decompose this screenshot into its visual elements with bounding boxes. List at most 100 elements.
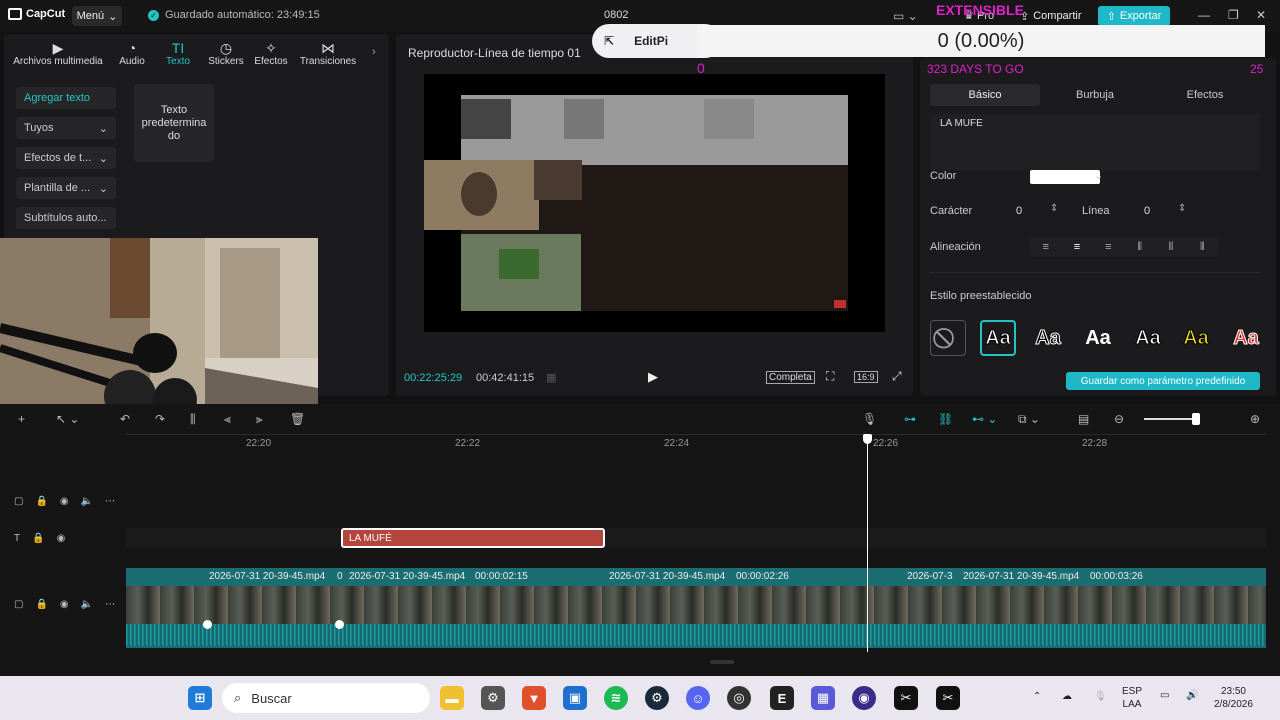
- obs-icon[interactable]: ◎: [727, 686, 751, 710]
- preview-axis-icon[interactable]: ⊷ ⌄: [972, 412, 997, 426]
- quality-button[interactable]: Completa: [766, 371, 815, 384]
- eye-icon[interactable]: ◉: [60, 496, 69, 507]
- sidebar-item-yours[interactable]: Tuyos ⌄: [16, 117, 116, 139]
- magnet-icon[interactable]: ⊶: [904, 412, 916, 426]
- grid-icon[interactable]: ▦: [546, 371, 556, 384]
- stepper-icon[interactable]: ⇕: [1178, 203, 1186, 214]
- ratio-button[interactable]: 16:9: [854, 371, 878, 383]
- split-right-icon[interactable]: ⫸: [256, 412, 263, 427]
- layout-icon[interactable]: ▭ ⌄: [893, 9, 918, 23]
- compare-icon[interactable]: ⧉ ⌄: [1018, 412, 1040, 427]
- align-middle-icon[interactable]: ⦀: [1155, 237, 1186, 257]
- zoom-slider-knob[interactable]: [1192, 413, 1200, 425]
- app-grid-icon[interactable]: ▦: [811, 686, 835, 710]
- more-icon[interactable]: ⋯: [105, 599, 115, 610]
- store-icon[interactable]: ▣: [563, 686, 587, 710]
- lock-icon[interactable]: 🔒: [35, 496, 47, 507]
- export-button[interactable]: ⇧ Exportar: [1098, 6, 1170, 26]
- tab-effects[interactable]: ✧ Efectos: [243, 40, 299, 74]
- align-left-icon[interactable]: ≡: [1030, 237, 1061, 257]
- clock[interactable]: 23:50 2/8/2026: [1214, 685, 1253, 711]
- preset-style-5[interactable]: Aa: [1178, 320, 1214, 356]
- preset-style-6[interactable]: Aa: [1228, 320, 1264, 356]
- brave-icon[interactable]: ▼: [522, 686, 546, 710]
- sidebar-item-add-text[interactable]: Agregar texto: [16, 87, 116, 109]
- text-clip[interactable]: LA MUFÉ: [341, 528, 605, 548]
- lock-icon[interactable]: 🔒: [35, 599, 47, 610]
- capcut-icon-2[interactable]: ✂: [936, 686, 960, 710]
- taskbar-search[interactable]: ⌕ Buscar: [222, 683, 430, 713]
- playhead-handle[interactable]: [863, 434, 872, 444]
- more-icon[interactable]: ⋯: [105, 496, 115, 507]
- microphone-icon[interactable]: 🎙: [862, 412, 877, 426]
- close-icon[interactable]: ✕: [1256, 8, 1266, 22]
- zoom-in-icon[interactable]: ⊕: [1250, 412, 1260, 426]
- char-spacing-input[interactable]: 0: [1016, 205, 1022, 217]
- tab-effects[interactable]: Efectos: [1150, 84, 1260, 106]
- file-explorer-icon[interactable]: ▬: [440, 686, 464, 710]
- tab-media[interactable]: ▶ Archivos multimedia: [12, 40, 104, 74]
- add-icon[interactable]: +: [18, 412, 25, 426]
- crop-icon[interactable]: ⛶: [826, 369, 834, 384]
- lock-icon[interactable]: 🔒: [32, 533, 44, 544]
- align-right-icon[interactable]: ≡: [1093, 237, 1124, 257]
- delete-icon[interactable]: 🗑: [290, 412, 305, 426]
- keyframe-handle[interactable]: [203, 620, 212, 629]
- epic-games-icon[interactable]: E: [770, 686, 794, 710]
- align-center-icon[interactable]: ≡: [1061, 237, 1092, 257]
- tab-transitions[interactable]: ⋈ Transiciones: [296, 40, 360, 74]
- chevron-right-icon[interactable]: ›: [372, 46, 376, 58]
- preset-style-3[interactable]: Aa: [1080, 320, 1116, 356]
- windows-start-icon[interactable]: ⊞: [188, 686, 212, 710]
- tab-basic[interactable]: Básico: [930, 84, 1040, 106]
- play-button[interactable]: ▶: [648, 369, 658, 385]
- preset-style-2[interactable]: Aa: [1030, 320, 1066, 356]
- steam-icon[interactable]: ⚙: [645, 686, 669, 710]
- share-button[interactable]: ⇪ Compartir: [1014, 6, 1088, 26]
- sidebar-item-templates[interactable]: Plantilla de ... ⌄: [16, 177, 116, 199]
- clip-thumbnails[interactable]: [126, 586, 1266, 624]
- chevron-down-icon[interactable]: ⌄: [1094, 169, 1103, 182]
- capcut-icon[interactable]: ✂: [894, 686, 918, 710]
- split-icon[interactable]: ⫼: [190, 412, 196, 427]
- app-icon[interactable]: ◉: [852, 686, 876, 710]
- volume-icon[interactable]: 🔊: [1186, 689, 1198, 702]
- chevron-up-icon[interactable]: ⌃: [1033, 690, 1041, 703]
- text-content-input[interactable]: LA MUFE: [930, 114, 1260, 170]
- undo-icon[interactable]: ↶: [120, 412, 130, 426]
- sidebar-item-auto-captions[interactable]: Subtítulos auto...: [16, 207, 116, 229]
- keyframe-handle[interactable]: [335, 620, 344, 629]
- eye-icon[interactable]: ◉: [60, 599, 69, 610]
- stepper-icon[interactable]: ⇕: [1050, 203, 1058, 214]
- redo-icon[interactable]: ↷: [155, 412, 165, 426]
- microphone-icon[interactable]: 🎙: [1094, 690, 1107, 703]
- split-left-icon[interactable]: ⫷: [224, 412, 231, 427]
- network-icon[interactable]: ▭: [1160, 689, 1169, 702]
- preset-style-4[interactable]: Aa: [1130, 320, 1166, 356]
- fullscreen-icon[interactable]: ⤢: [892, 369, 902, 384]
- maximize-icon[interactable]: ❐: [1228, 8, 1239, 22]
- settings-icon[interactable]: ⚙: [481, 686, 505, 710]
- video-preview[interactable]: [424, 74, 885, 332]
- line-spacing-input[interactable]: 0: [1144, 205, 1150, 217]
- sidebar-item-text-effects[interactable]: Efectos de t... ⌄: [16, 147, 116, 169]
- align-bottom-icon[interactable]: ⦀: [1187, 237, 1218, 257]
- minimize-icon[interactable]: —: [1198, 8, 1210, 22]
- volume-icon[interactable]: 🔈: [81, 496, 93, 507]
- preset-style-1[interactable]: Aa: [980, 320, 1016, 356]
- caption-icon[interactable]: ▤: [1078, 412, 1089, 426]
- align-top-icon[interactable]: ⦀: [1124, 237, 1155, 257]
- playhead[interactable]: [867, 434, 868, 652]
- menu-button[interactable]: Menú ⌄: [72, 6, 122, 26]
- volume-icon[interactable]: 🔈: [81, 599, 93, 610]
- timeline-scrollbar[interactable]: [710, 660, 734, 664]
- language-indicator[interactable]: ESP LAA: [1122, 685, 1142, 711]
- default-text-card[interactable]: Texto predetermina do: [134, 84, 214, 162]
- discord-icon[interactable]: ☺: [686, 686, 710, 710]
- tab-bubble[interactable]: Burbuja: [1040, 84, 1150, 106]
- spotify-icon[interactable]: ≋: [604, 686, 628, 710]
- cloud-icon[interactable]: ☁: [1062, 690, 1072, 703]
- link-icon[interactable]: ⛓: [938, 412, 953, 426]
- eye-icon[interactable]: ◉: [57, 533, 66, 544]
- select-icon[interactable]: ↖ ⌄: [56, 412, 79, 426]
